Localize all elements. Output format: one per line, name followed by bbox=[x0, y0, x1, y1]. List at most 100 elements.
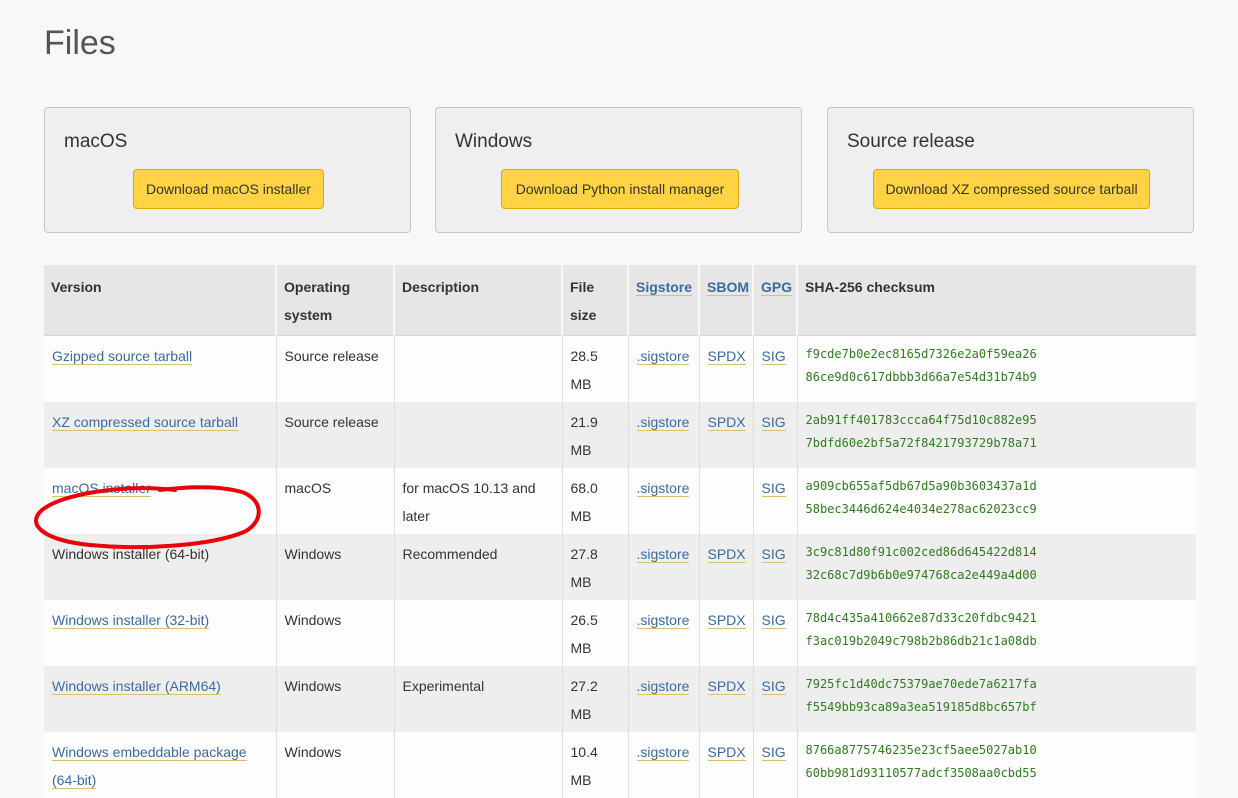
sig-link[interactable]: SIG bbox=[761, 546, 786, 563]
os-cell: macOS bbox=[276, 468, 395, 534]
download-python-install-manager-button[interactable]: Download Python install manager bbox=[501, 169, 739, 209]
card-title-macos: macOS bbox=[64, 131, 128, 152]
sha-line-1: 8766a8775746235e23cf5aee5027ab10 bbox=[805, 743, 1037, 757]
sha-cell: f9cde7b0e2ec8165d7326e2a0f59ea26 86ce9d0c… bbox=[797, 335, 1196, 402]
files-table: Version Operating system Description Fil… bbox=[44, 265, 1196, 798]
version-cell: Gzipped source tarball bbox=[44, 335, 277, 402]
sigstore-link[interactable]: .sigstore bbox=[636, 744, 690, 761]
table-row: Windows installer (64-bit) Windows Recomme… bbox=[44, 534, 1196, 600]
os-cell: Windows bbox=[276, 666, 395, 732]
download-cards: macOS Download macOS installer Windows D… bbox=[44, 107, 1196, 235]
gpg-cell: SIG bbox=[753, 468, 798, 534]
sigstore-link[interactable]: .sigstore bbox=[636, 612, 690, 629]
sha-line-2: 60bb981d93110577adcf3508aa0cbd55 bbox=[805, 765, 1037, 780]
sha-cell: 2ab91ff401783ccca64f75d10c882e95 7bdfd60e… bbox=[797, 402, 1196, 468]
sbom-link[interactable]: SPDX bbox=[707, 546, 746, 563]
version-cell: Windows embeddable package (64-bit) bbox=[44, 732, 277, 798]
sbom-cell: SPDX bbox=[699, 335, 754, 402]
sha-line-2: 7bdfd60e2bf5a72f8421793729b78a71 bbox=[805, 435, 1037, 450]
sha-line-1: f9cde7b0e2ec8165d7326e2a0f59ea26 bbox=[805, 347, 1037, 361]
col-header-sbom: SBOM bbox=[699, 265, 754, 336]
gpg-cell: SIG bbox=[753, 335, 798, 402]
file-link[interactable]: Windows embeddable package (64-bit) bbox=[52, 744, 247, 789]
card-source-release: Source release Download XZ compressed so… bbox=[827, 107, 1194, 233]
sbom-cell: SPDX bbox=[699, 600, 754, 666]
sbom-cell: SPDX bbox=[699, 402, 754, 468]
file-link[interactable]: XZ compressed source tarball bbox=[52, 414, 238, 431]
col-header-size: File size bbox=[562, 265, 629, 336]
description-cell bbox=[394, 600, 563, 666]
sbom-link[interactable]: SPDX bbox=[707, 678, 746, 695]
col-header-os: Operating system bbox=[276, 265, 395, 336]
sigstore-cell: .sigstore bbox=[628, 534, 700, 600]
table-row: XZ compressed source tarball Source relea… bbox=[44, 402, 1196, 468]
os-cell: Windows bbox=[276, 534, 395, 600]
description-cell: Recommended bbox=[394, 534, 563, 600]
sigstore-cell: .sigstore bbox=[628, 335, 700, 402]
col-header-description: Description bbox=[394, 265, 563, 336]
size-cell: 10.4 MB bbox=[562, 732, 629, 798]
sigstore-header-link[interactable]: Sigstore bbox=[636, 279, 693, 296]
sbom-link[interactable]: SPDX bbox=[707, 612, 746, 629]
sbom-link[interactable]: SPDX bbox=[707, 414, 746, 431]
sha-line-1: 2ab91ff401783ccca64f75d10c882e95 bbox=[805, 413, 1037, 427]
sigstore-cell: .sigstore bbox=[628, 402, 700, 468]
sbom-header-link[interactable]: SBOM bbox=[707, 279, 749, 296]
size-cell: 27.2 MB bbox=[562, 666, 629, 732]
col-header-sha: SHA-256 checksum bbox=[797, 265, 1196, 336]
sbom-cell: SPDX bbox=[699, 534, 754, 600]
sbom-link[interactable]: SPDX bbox=[707, 744, 746, 761]
file-link[interactable]: Gzipped source tarball bbox=[52, 348, 193, 365]
description-cell: Experimental bbox=[394, 666, 563, 732]
sig-link[interactable]: SIG bbox=[761, 678, 786, 695]
table-row: Windows embeddable package (64-bit) Windo… bbox=[44, 732, 1196, 798]
sig-link[interactable]: SIG bbox=[761, 612, 786, 629]
size-cell: 68.0 MB bbox=[562, 468, 629, 534]
sha-line-2: 58bec3446d624e4034e278ac62023cc9 bbox=[805, 501, 1037, 516]
page-title: Files bbox=[44, 24, 116, 62]
file-link[interactable]: macOS installer bbox=[52, 480, 151, 497]
description-cell: for macOS 10.13 and later bbox=[394, 468, 563, 534]
sha-line-1: 3c9c81d80f91c002ced86d645422d814 bbox=[805, 545, 1037, 559]
sha-line-2: f3ac019b2049c798b2b86db21c1a08db bbox=[805, 633, 1037, 648]
table-header-row: Version Operating system Description Fil… bbox=[44, 265, 1196, 336]
sigstore-cell: .sigstore bbox=[628, 732, 700, 798]
file-link[interactable]: Windows installer (ARM64) bbox=[52, 678, 221, 695]
sbom-cell: SPDX bbox=[699, 732, 754, 798]
sha-cell: a909cb655af5db67d5a90b3603437a1d 58bec344… bbox=[797, 468, 1196, 534]
col-header-sigstore: Sigstore bbox=[628, 265, 700, 336]
sha-cell: 78d4c435a410662e87d33c20fdbc9421 f3ac019b… bbox=[797, 600, 1196, 666]
version-cell: XZ compressed source tarball bbox=[44, 402, 277, 468]
sha-cell: 7925fc1d40dc75379ae70ede7a6217fa f5549bb9… bbox=[797, 666, 1196, 732]
sha-cell: 3c9c81d80f91c002ced86d645422d814 32c68c7d… bbox=[797, 534, 1196, 600]
sha-line-2: 86ce9d0c617dbbb3d66a7e54d31b74b9 bbox=[805, 369, 1037, 384]
table-row: Windows installer (32-bit) Windows 26.5 MB… bbox=[44, 600, 1196, 666]
sig-link[interactable]: SIG bbox=[761, 348, 786, 365]
description-cell bbox=[394, 732, 563, 798]
download-macos-button[interactable]: Download macOS installer bbox=[133, 169, 324, 209]
sigstore-link[interactable]: .sigstore bbox=[636, 348, 690, 365]
download-xz-source-button[interactable]: Download XZ compressed source tarball bbox=[873, 169, 1150, 209]
sigstore-link[interactable]: .sigstore bbox=[636, 678, 690, 695]
sig-link[interactable]: SIG bbox=[761, 414, 786, 431]
gpg-header-link[interactable]: GPG bbox=[761, 279, 793, 296]
size-cell: 28.5 MB bbox=[562, 335, 629, 402]
size-cell: 21.9 MB bbox=[562, 402, 629, 468]
file-link[interactable]: Windows installer (32-bit) bbox=[52, 612, 210, 629]
version-cell: macOS installer bbox=[44, 468, 277, 534]
gpg-cell: SIG bbox=[753, 666, 798, 732]
sbom-link[interactable]: SPDX bbox=[707, 348, 746, 365]
sigstore-link[interactable]: .sigstore bbox=[636, 414, 690, 431]
gpg-cell: SIG bbox=[753, 600, 798, 666]
sha-line-1: a909cb655af5db67d5a90b3603437a1d bbox=[805, 479, 1037, 493]
sha-line-1: 7925fc1d40dc75379ae70ede7a6217fa bbox=[805, 677, 1037, 691]
description-cell bbox=[394, 335, 563, 402]
sha-line-1: 78d4c435a410662e87d33c20fdbc9421 bbox=[805, 611, 1037, 625]
sig-link[interactable]: SIG bbox=[761, 480, 786, 497]
file-link[interactable]: Windows installer (64-bit) bbox=[52, 546, 209, 562]
sig-link[interactable]: SIG bbox=[761, 744, 786, 761]
sigstore-link[interactable]: .sigstore bbox=[636, 480, 690, 497]
os-cell: Source release bbox=[276, 402, 395, 468]
sigstore-link[interactable]: .sigstore bbox=[636, 546, 690, 563]
col-header-version: Version bbox=[44, 265, 277, 336]
